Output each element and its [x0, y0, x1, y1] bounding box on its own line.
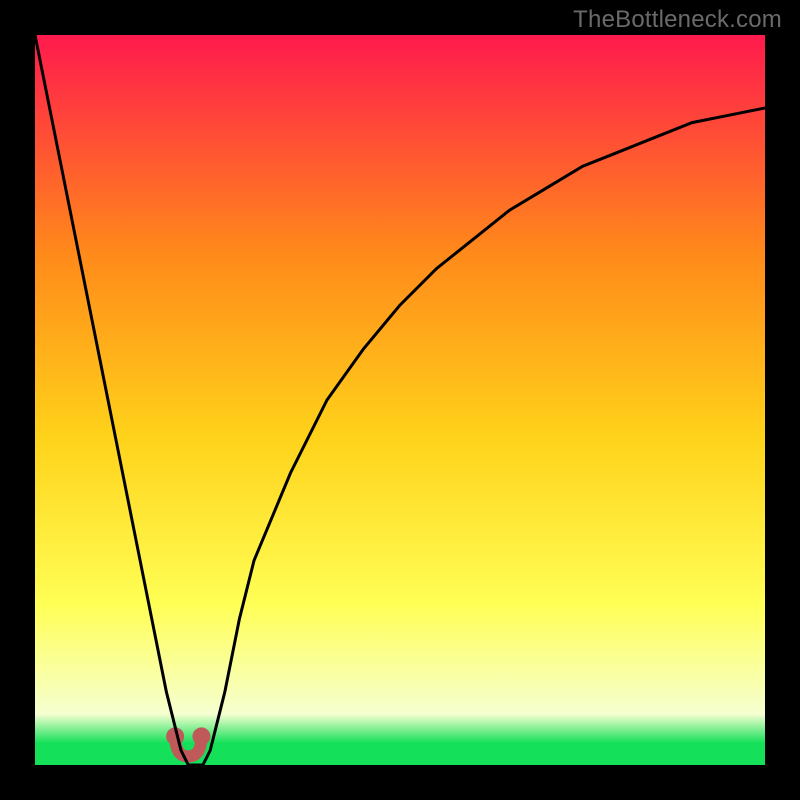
- gradient-background: [35, 35, 765, 765]
- plot-area: [35, 35, 765, 765]
- chart-frame: TheBottleneck.com: [0, 0, 800, 800]
- watermark-text: TheBottleneck.com: [573, 6, 782, 34]
- bottleneck-chart: [35, 35, 765, 765]
